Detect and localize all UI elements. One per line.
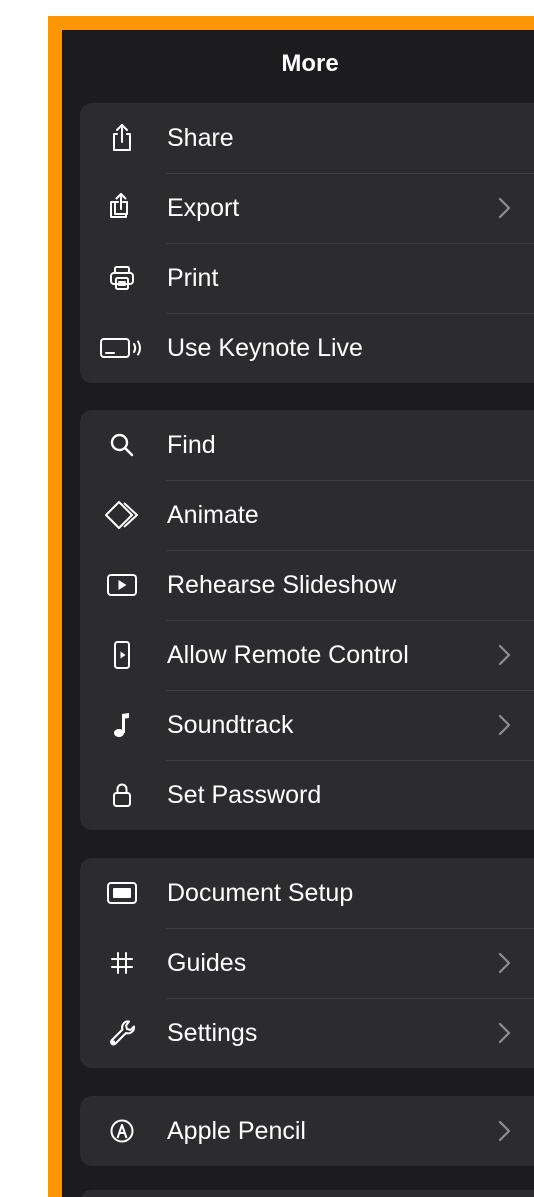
- menu-item-label: Animate: [167, 501, 259, 529]
- wrench-icon: [102, 1017, 142, 1049]
- chevron-right-icon: [498, 197, 511, 219]
- menu-item-label: Find: [167, 431, 216, 459]
- menu-item-label: Soundtrack: [167, 711, 294, 739]
- menu-item-set-password[interactable]: Set Password: [80, 760, 534, 830]
- chevron-right-icon: [498, 644, 511, 666]
- remote-icon: [102, 639, 142, 671]
- menu-item-label: Export: [167, 194, 240, 222]
- menu-item-document-setup[interactable]: Document Setup: [80, 858, 534, 928]
- chevron-right-icon: [498, 1120, 511, 1142]
- menu-group-document: Document Setup Guides Settings: [80, 858, 534, 1068]
- menu-item-soundtrack[interactable]: Soundtrack: [80, 690, 534, 760]
- menu-item-settings[interactable]: Settings: [80, 998, 534, 1068]
- menu-item-label: Guides: [167, 949, 247, 977]
- menu-item-label: Apple Pencil: [167, 1117, 306, 1145]
- menu-item-label: Settings: [167, 1019, 258, 1047]
- chevron-right-icon: [498, 1022, 511, 1044]
- menu-item-animate[interactable]: Animate: [80, 480, 534, 550]
- chevron-right-icon: [498, 714, 511, 736]
- menu-item-share[interactable]: Share: [80, 103, 534, 173]
- share-icon: [102, 122, 142, 154]
- menu-item-label: Allow Remote Control: [167, 641, 409, 669]
- music-note-icon: [102, 709, 142, 741]
- menu-item-keynote-live[interactable]: Use Keynote Live: [80, 313, 534, 383]
- menu-item-label: Print: [167, 264, 219, 292]
- lock-icon: [102, 779, 142, 811]
- keynote-live-icon: [98, 332, 146, 364]
- export-icon: [102, 192, 142, 224]
- menu-item-find[interactable]: Find: [80, 410, 534, 480]
- printer-icon: [102, 262, 142, 294]
- menu-item-guides[interactable]: Guides: [80, 928, 534, 998]
- more-menu-panel: More Share Export Print Use Keynote Live…: [62, 30, 534, 1197]
- menu-item-label: Set Password: [167, 781, 322, 809]
- menu-title: More: [281, 50, 339, 77]
- menu-group-presentation: Find Animate Rehearse Slideshow Allow Re…: [80, 410, 534, 830]
- menu-item-rehearse-slideshow[interactable]: Rehearse Slideshow: [80, 550, 534, 620]
- menu-item-label: Document Setup: [167, 879, 354, 907]
- menu-group-file: Share Export Print Use Keynote Live: [80, 103, 534, 383]
- search-icon: [102, 429, 142, 461]
- menu-item-apple-pencil[interactable]: Apple Pencil: [80, 1096, 534, 1166]
- menu-item-label: Rehearse Slideshow: [167, 571, 397, 599]
- menu-item-label: Use Keynote Live: [167, 334, 363, 362]
- menu-item-label: Share: [167, 124, 234, 152]
- play-icon: [102, 569, 142, 601]
- menu-group-next: [80, 1190, 534, 1197]
- animate-icon: [102, 499, 142, 531]
- document-setup-icon: [102, 877, 142, 909]
- menu-item-export[interactable]: Export: [80, 173, 534, 243]
- hashtag-icon: [102, 947, 142, 979]
- menu-item-print[interactable]: Print: [80, 243, 534, 313]
- menu-group-pencil: Apple Pencil: [80, 1096, 534, 1166]
- menu-item-allow-remote-control[interactable]: Allow Remote Control: [80, 620, 534, 690]
- chevron-right-icon: [498, 952, 511, 974]
- pencil-icon: [102, 1115, 142, 1147]
